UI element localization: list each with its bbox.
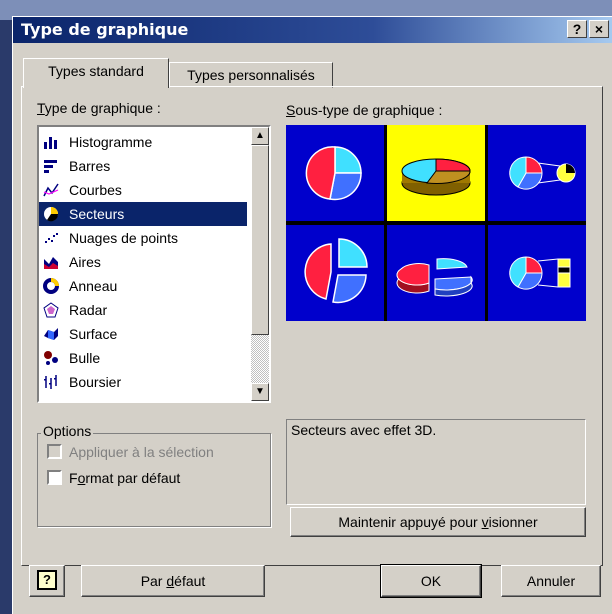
scroll-thumb[interactable] xyxy=(251,145,269,335)
scatter-chart-icon xyxy=(45,233,58,243)
cancel-button[interactable]: Annuler xyxy=(501,565,601,597)
stock-chart-icon xyxy=(44,375,57,389)
bar-chart-icon xyxy=(44,160,57,173)
help-title-button[interactable]: ? xyxy=(567,20,587,38)
tab-types-standard[interactable]: Types standard xyxy=(23,58,169,88)
list-scrollbar[interactable]: ▲ ▼ xyxy=(251,127,269,401)
subtype-label: Sous-type de graphique : xyxy=(286,102,443,118)
chart-type-listbox[interactable]: Histogramme Barres Courbes Secteurs Nuag… xyxy=(37,125,271,403)
line-chart-icon xyxy=(43,183,59,197)
list-item-label: Surface xyxy=(69,326,118,342)
list-item-aires[interactable]: Aires xyxy=(39,250,247,274)
pie-subtype-icon xyxy=(305,146,362,201)
checkbox-label: Format par défaut xyxy=(69,470,181,486)
list-item-label: Boursier xyxy=(69,374,122,390)
list-item-label: Barres xyxy=(69,158,111,174)
subtype-pie-of-pie[interactable] xyxy=(488,125,586,221)
exploded-pie-subtype-icon xyxy=(304,238,368,304)
pie-chart-icon xyxy=(44,207,59,222)
checkbox-box[interactable] xyxy=(47,470,62,485)
subtype-exploded-pie[interactable] xyxy=(286,225,384,321)
list-item-anneau[interactable]: Anneau xyxy=(39,274,247,298)
list-item-courbes[interactable]: Courbes xyxy=(39,178,247,202)
set-default-button[interactable]: Par défaut xyxy=(81,565,265,597)
subtype-exploded-3d-pie[interactable] xyxy=(387,225,485,321)
subtype-gallery xyxy=(286,125,586,321)
close-button[interactable]: × xyxy=(589,20,609,38)
list-item-boursier[interactable]: Boursier xyxy=(39,370,247,394)
scroll-up-button[interactable]: ▲ xyxy=(251,127,269,145)
help-button[interactable]: ? xyxy=(29,565,65,597)
apply-to-selection-checkbox[interactable]: Appliquer à la sélection xyxy=(47,443,267,461)
list-item-label: Nuages de points xyxy=(69,230,178,246)
list-item-surface[interactable]: Surface xyxy=(39,322,247,346)
list-item-barres[interactable]: Barres xyxy=(39,154,247,178)
tab-label: Types personnalisés xyxy=(187,67,315,83)
radar-chart-icon xyxy=(43,302,59,318)
checkbox-label: Appliquer à la sélection xyxy=(69,444,214,460)
pie-of-pie-subtype-icon xyxy=(509,156,576,190)
list-item-secteurs[interactable]: Secteurs xyxy=(39,202,247,226)
list-item-nuages-de-points[interactable]: Nuages de points xyxy=(39,226,247,250)
exploded-3d-pie-subtype-icon xyxy=(396,258,473,297)
list-item-label: Radar xyxy=(69,302,108,318)
bubble-chart-icon xyxy=(44,351,58,365)
list-item-label: Aires xyxy=(69,254,101,270)
options-legend: Options xyxy=(41,423,94,439)
column-chart-icon xyxy=(44,137,57,149)
subtype-pie[interactable] xyxy=(286,125,384,221)
dialog-title: Type de graphique xyxy=(21,20,189,39)
subtype-bar-of-pie[interactable] xyxy=(488,225,586,321)
title-bar[interactable]: Type de graphique ? × xyxy=(13,17,612,43)
list-item-bulle[interactable]: Bulle xyxy=(39,346,247,370)
description-text: Secteurs avec effet 3D. xyxy=(291,422,437,438)
checkbox-box[interactable] xyxy=(47,444,62,459)
scroll-down-button[interactable]: ▼ xyxy=(251,383,269,401)
subtype-3d-pie[interactable] xyxy=(387,125,485,221)
help-icon: ? xyxy=(37,570,57,590)
chart-type-label: Type de graphique : xyxy=(37,100,161,116)
chart-type-dialog: Type de graphique ? × Types standard Typ… xyxy=(12,16,612,614)
doughnut-chart-icon xyxy=(43,278,59,294)
list-item-label: Bulle xyxy=(69,350,101,366)
tab-types-personnalises[interactable]: Types personnalisés xyxy=(169,62,333,88)
pie-3d-subtype-icon xyxy=(401,158,471,196)
list-item-label: Anneau xyxy=(69,278,118,294)
default-format-checkbox[interactable]: Format par défaut xyxy=(47,469,267,487)
list-item-label: Secteurs xyxy=(69,206,125,222)
tab-label: Types standard xyxy=(48,63,144,79)
ok-button[interactable]: OK xyxy=(380,564,482,598)
bar-of-pie-subtype-icon xyxy=(509,256,571,290)
area-chart-icon xyxy=(44,257,58,269)
subtype-description: Secteurs avec effet 3D. xyxy=(286,419,586,505)
surface-chart-icon xyxy=(44,328,58,340)
list-item-label: Courbes xyxy=(69,182,122,198)
list-item-radar[interactable]: Radar xyxy=(39,298,247,322)
list-item-label: Histogramme xyxy=(69,134,153,150)
list-item-histogramme[interactable]: Histogramme xyxy=(39,130,247,154)
preview-button[interactable]: Maintenir appuyé pour visionner xyxy=(290,507,586,537)
